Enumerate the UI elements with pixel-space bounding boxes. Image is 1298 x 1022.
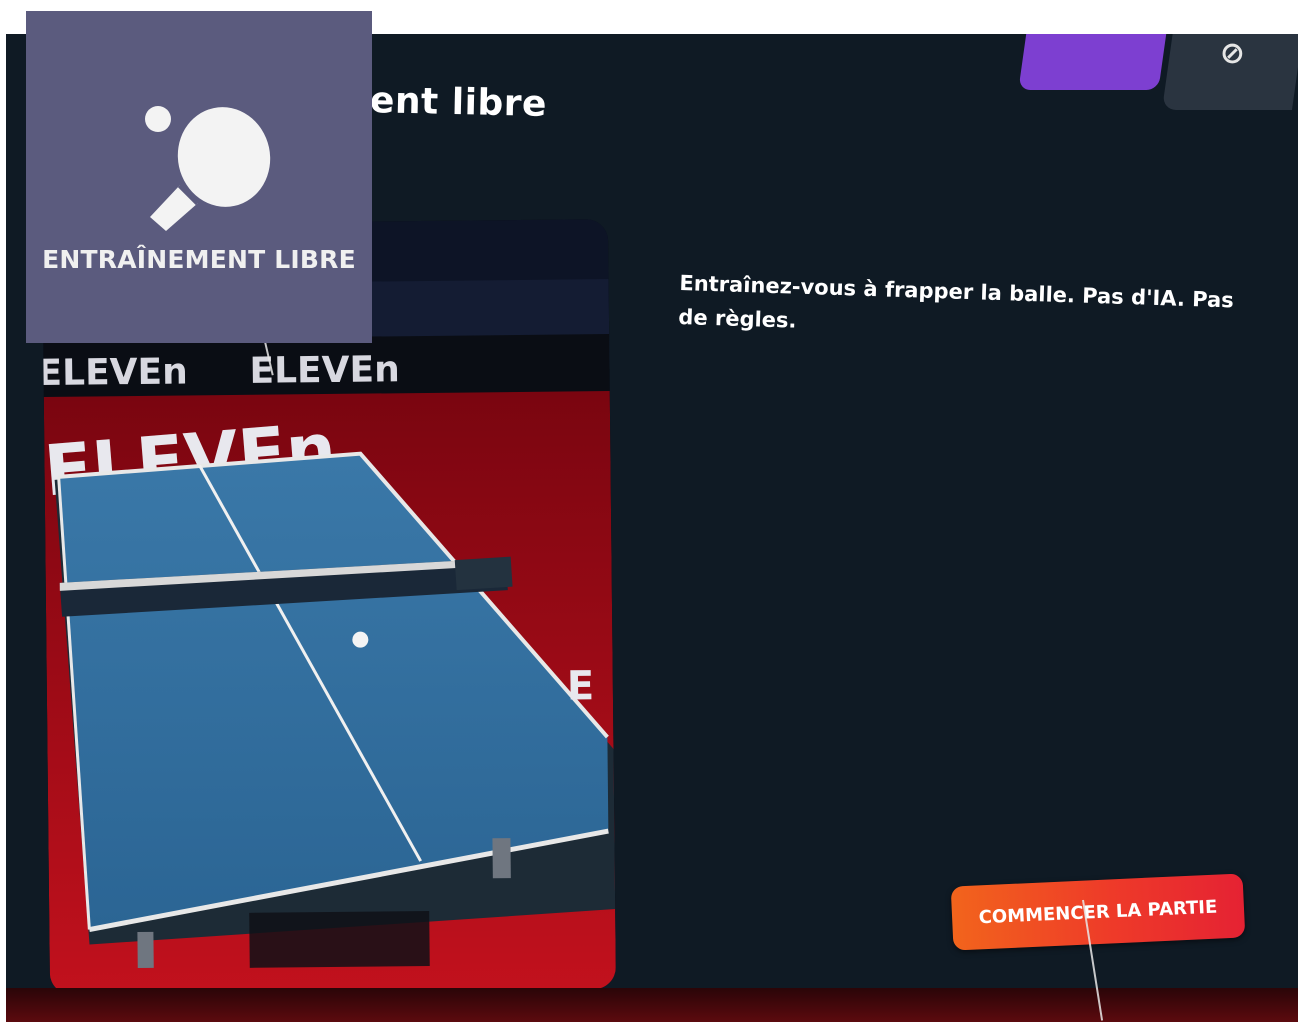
banner-left-text: ELEVEn (42, 351, 188, 394)
mode-tile-free-training[interactable]: ENTRAÎNEMENT LIBRE (26, 11, 372, 343)
top-right-buttons: ⊘ (998, 34, 1298, 110)
mode-tile-label: ENTRAÎNEMENT LIBRE (42, 245, 356, 274)
page-title: ent libre (369, 80, 548, 125)
slash-circle-icon: ⊘ (1219, 36, 1246, 71)
floor-strip (6, 988, 1298, 1022)
start-game-button[interactable]: COMMENCER LA PARTIE (950, 873, 1246, 951)
ping-pong-paddle-icon (145, 106, 271, 231)
settings-button[interactable]: ⊘ (1161, 34, 1298, 110)
mode-description: Entraînez-vous à frapper la balle. Pas d… (678, 270, 1235, 333)
purple-menu-button[interactable] (1018, 34, 1168, 90)
floor-brand-side: E (567, 663, 595, 709)
